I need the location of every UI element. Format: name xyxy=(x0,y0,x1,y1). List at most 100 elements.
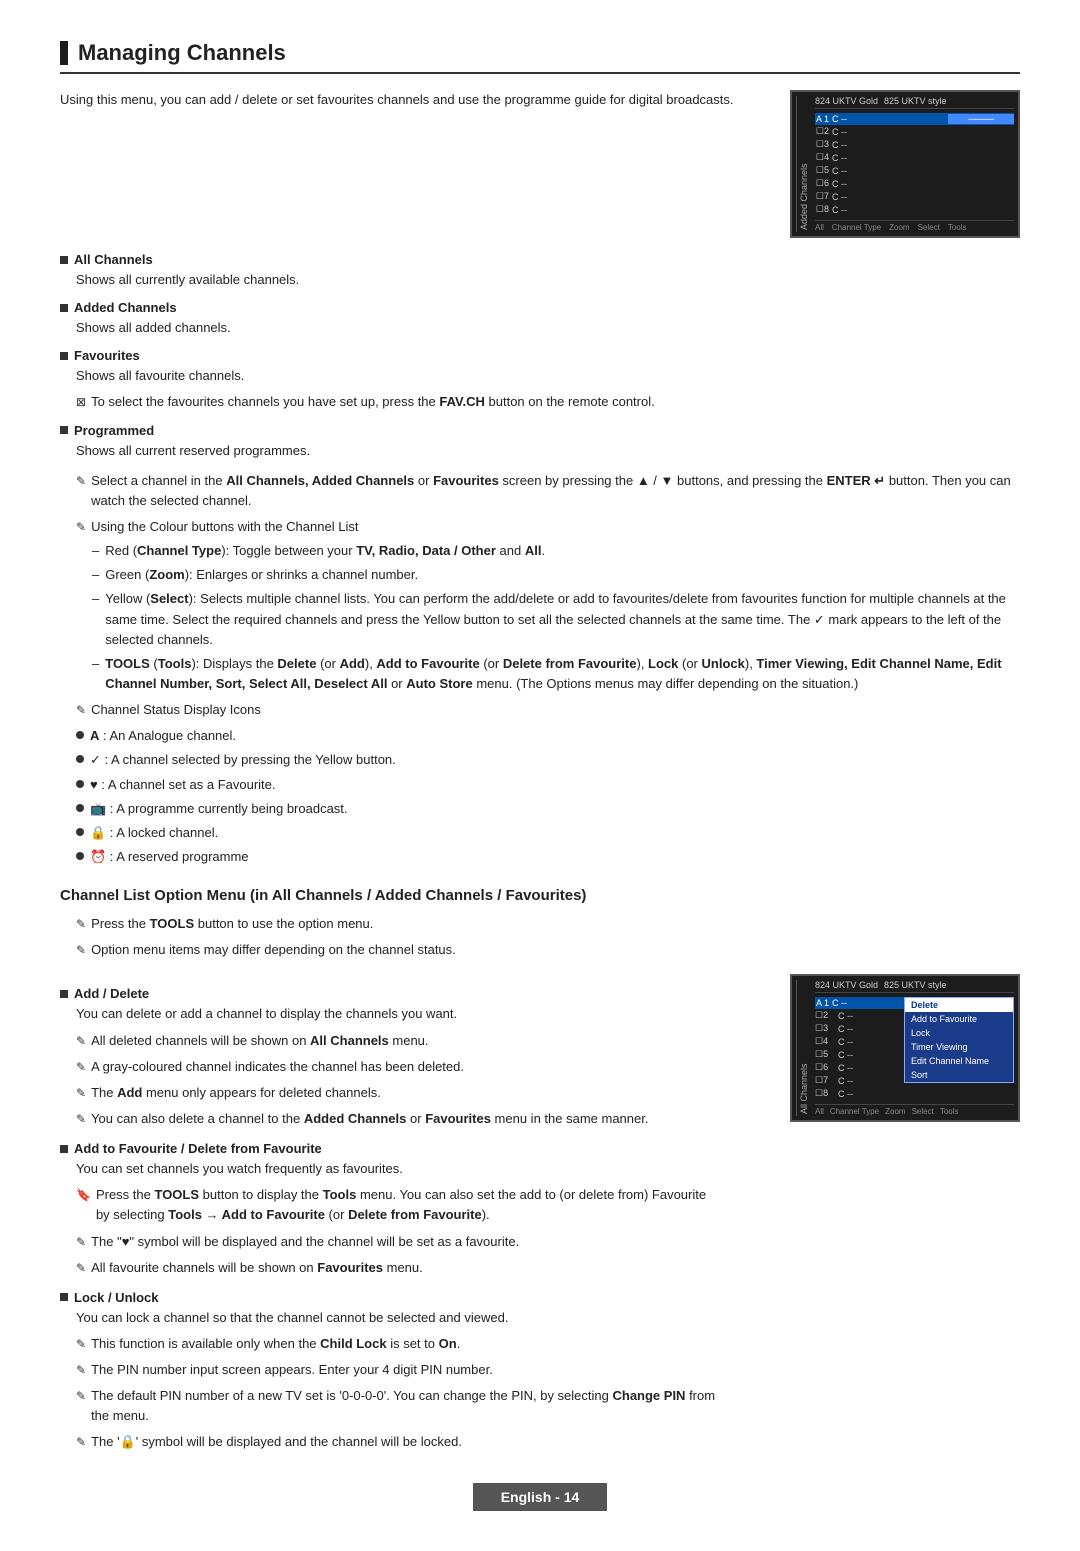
tv-screen-1: Added Channels 824 UKTV Gold 825 UKTV st… xyxy=(790,90,1020,238)
lock-unlock-label: Lock / Unlock xyxy=(74,1290,159,1305)
bullet-icon xyxy=(60,304,68,312)
bottom-section: Add / Delete You can delete or add a cha… xyxy=(60,974,1020,1452)
press-tools-text: Press the TOOLS button to use the option… xyxy=(91,914,1020,934)
note-icon: ✎ xyxy=(76,1433,86,1452)
tv-content-1: 824 UKTV Gold 825 UKTV style A 1 C -- ──… xyxy=(815,96,1014,232)
tv-sidebar-label: Added Channels xyxy=(796,96,811,232)
added-channels-section: Added Channels Shows all added channels. xyxy=(60,300,1020,338)
tv2-content: 824 UKTV Gold 825 UKTV style A 1 C -- ☐2… xyxy=(815,980,1014,1116)
lock-note3: ✎ The default PIN number of a new TV set… xyxy=(76,1386,720,1426)
note-icon: ✎ xyxy=(76,518,86,537)
note-1: ✎ Select a channel in the All Channels, … xyxy=(76,471,1020,511)
favourites-note: ⊠ To select the favourites channels you … xyxy=(76,392,1020,412)
tv2-sidebar: All Channels xyxy=(796,980,811,1116)
note-status-icons: ✎ Channel Status Display Icons xyxy=(76,700,1020,720)
option-differ-text: Option menu items may differ depending o… xyxy=(91,940,1020,960)
tv2-row: ☐8C -- xyxy=(815,1087,1014,1100)
bullet-icon xyxy=(60,426,68,434)
page-title: Managing Channels xyxy=(60,40,1020,74)
add-favourite-label: Add to Favourite / Delete from Favourite xyxy=(74,1141,322,1156)
press-tools-note: ✎ Press the TOOLS button to use the opti… xyxy=(76,914,1020,934)
tv2-popup-item: Edit Channel Name xyxy=(905,1054,1013,1068)
note-icon: ✎ xyxy=(76,1084,86,1103)
tv-channel-row: A 1 C -- ──── xyxy=(815,113,1014,125)
favourites-label: Favourites xyxy=(74,348,140,363)
intro-text: Using this menu, you can add / delete or… xyxy=(60,90,740,110)
note-status-text: Channel Status Display Icons xyxy=(91,700,1020,720)
tv2-popup-item: Add to Favourite xyxy=(905,1012,1013,1026)
bottom-left-content: Add / Delete You can delete or add a cha… xyxy=(60,974,720,1452)
add-delete-text: You can delete or add a channel to displ… xyxy=(76,1004,720,1024)
all-channels-heading: All Channels xyxy=(60,252,1020,267)
add-fav-note3: ✎ All favourite channels will be shown o… xyxy=(76,1258,720,1278)
bullet-icon xyxy=(60,1145,68,1153)
add-delete-note4: ✎ You can also delete a channel to the A… xyxy=(76,1109,720,1129)
intro-section: Using this menu, you can add / delete or… xyxy=(60,90,1020,238)
bullet-icon xyxy=(60,1293,68,1301)
tv-channel-row: ☐5C -- xyxy=(815,164,1014,177)
lock-unlock-text: You can lock a channel so that the chann… xyxy=(76,1308,720,1328)
tv-header: 824 UKTV Gold 825 UKTV style xyxy=(815,96,1014,109)
programmed-section: Programmed Shows all current reserved pr… xyxy=(60,423,1020,461)
note-icon: ✎ xyxy=(76,1233,86,1252)
tv-channel-row: ☐3C -- xyxy=(815,138,1014,151)
favourites-note-text: To select the favourites channels you ha… xyxy=(91,392,1020,412)
add-delete-note3: ✎ The Add menu only appears for deleted … xyxy=(76,1083,720,1103)
note-icon: ✎ xyxy=(76,1110,86,1129)
icon-broadcast: 📺 : A programme currently being broadcas… xyxy=(76,799,1020,819)
footer-badge: English - 14 xyxy=(473,1483,608,1511)
icon-reserved: ⏰ : A reserved programme xyxy=(76,847,1020,867)
title-text: Managing Channels xyxy=(78,40,286,66)
all-channels-label: All Channels xyxy=(74,252,153,267)
bullet-icon xyxy=(60,352,68,360)
tv-channel-row: ☐2C -- xyxy=(815,125,1014,138)
bullet-icon xyxy=(60,990,68,998)
add-fav-note1: 🔖 Press the TOOLS button to display the … xyxy=(76,1185,720,1225)
note-icon: ✎ xyxy=(76,1058,86,1077)
channel-list-option-heading: Channel List Option Menu (in All Channel… xyxy=(60,885,1020,906)
note-2: ✎ Using the Colour buttons with the Chan… xyxy=(76,517,1020,537)
sub-item-yellow: – Yellow (Select): Selects multiple chan… xyxy=(92,589,1020,649)
note-icon: ✎ xyxy=(76,472,86,491)
note-icon: ✎ xyxy=(76,701,86,720)
all-channels-text: Shows all currently available channels. xyxy=(76,270,1020,290)
lock-note1: ✎ This function is available only when t… xyxy=(76,1334,720,1354)
bullet-icon xyxy=(60,256,68,264)
added-channels-text: Shows all added channels. xyxy=(76,318,1020,338)
bullet-icon xyxy=(76,804,84,812)
bullet-icon xyxy=(76,755,84,763)
note-icon: ✎ xyxy=(76,941,86,960)
tv2-footer: All Channel Type Zoom Select Tools xyxy=(815,1104,1014,1116)
note-icon: ✎ xyxy=(76,915,86,934)
bullet-icon xyxy=(76,852,84,860)
tv2-popup-item: Lock xyxy=(905,1026,1013,1040)
added-channels-label: Added Channels xyxy=(74,300,177,315)
add-delete-note1: ✎ All deleted channels will be shown on … xyxy=(76,1031,720,1051)
programmed-label: Programmed xyxy=(74,423,154,438)
icon-check: ✓ : A channel selected by pressing the Y… xyxy=(76,750,1020,770)
note-icon: ✎ xyxy=(76,1335,86,1354)
page-footer: English - 14 xyxy=(60,1483,1020,1511)
favourites-heading: Favourites xyxy=(60,348,1020,363)
favourites-text: Shows all favourite channels. xyxy=(76,366,1020,386)
icon-analogue: A : An Analogue channel. xyxy=(76,726,1020,746)
note-2-text: Using the Colour buttons with the Channe… xyxy=(91,517,1020,537)
note-icon: ✎ xyxy=(76,1361,86,1380)
bullet-icon xyxy=(76,731,84,739)
lock-note4: ✎ The '🔒' symbol will be displayed and t… xyxy=(76,1432,720,1452)
favourites-section: Favourites Shows all favourite channels.… xyxy=(60,348,1020,412)
note-icon: ✎ xyxy=(76,1032,86,1051)
lock-note2: ✎ The PIN number input screen appears. E… xyxy=(76,1360,720,1380)
tv-channel-row: ☐7C -- xyxy=(815,190,1014,203)
icon-heart: ♥ : A channel set as a Favourite. xyxy=(76,775,1020,795)
all-channels-section: All Channels Shows all currently availab… xyxy=(60,252,1020,290)
sub-item-red: – Red (Channel Type): Toggle between you… xyxy=(92,541,1020,561)
note-1-text: Select a channel in the All Channels, Ad… xyxy=(91,471,1020,511)
tv-screen-2: All Channels 824 UKTV Gold 825 UKTV styl… xyxy=(790,974,1020,1122)
icon-lock: 🔒 : A locked channel. xyxy=(76,823,1020,843)
add-delete-label: Add / Delete xyxy=(74,986,149,1001)
option-differ-note: ✎ Option menu items may differ depending… xyxy=(76,940,1020,960)
add-favourite-text: You can set channels you watch frequentl… xyxy=(76,1159,720,1179)
note-icon: ⊠ xyxy=(76,393,86,412)
tv2-popup-item: Sort xyxy=(905,1068,1013,1082)
